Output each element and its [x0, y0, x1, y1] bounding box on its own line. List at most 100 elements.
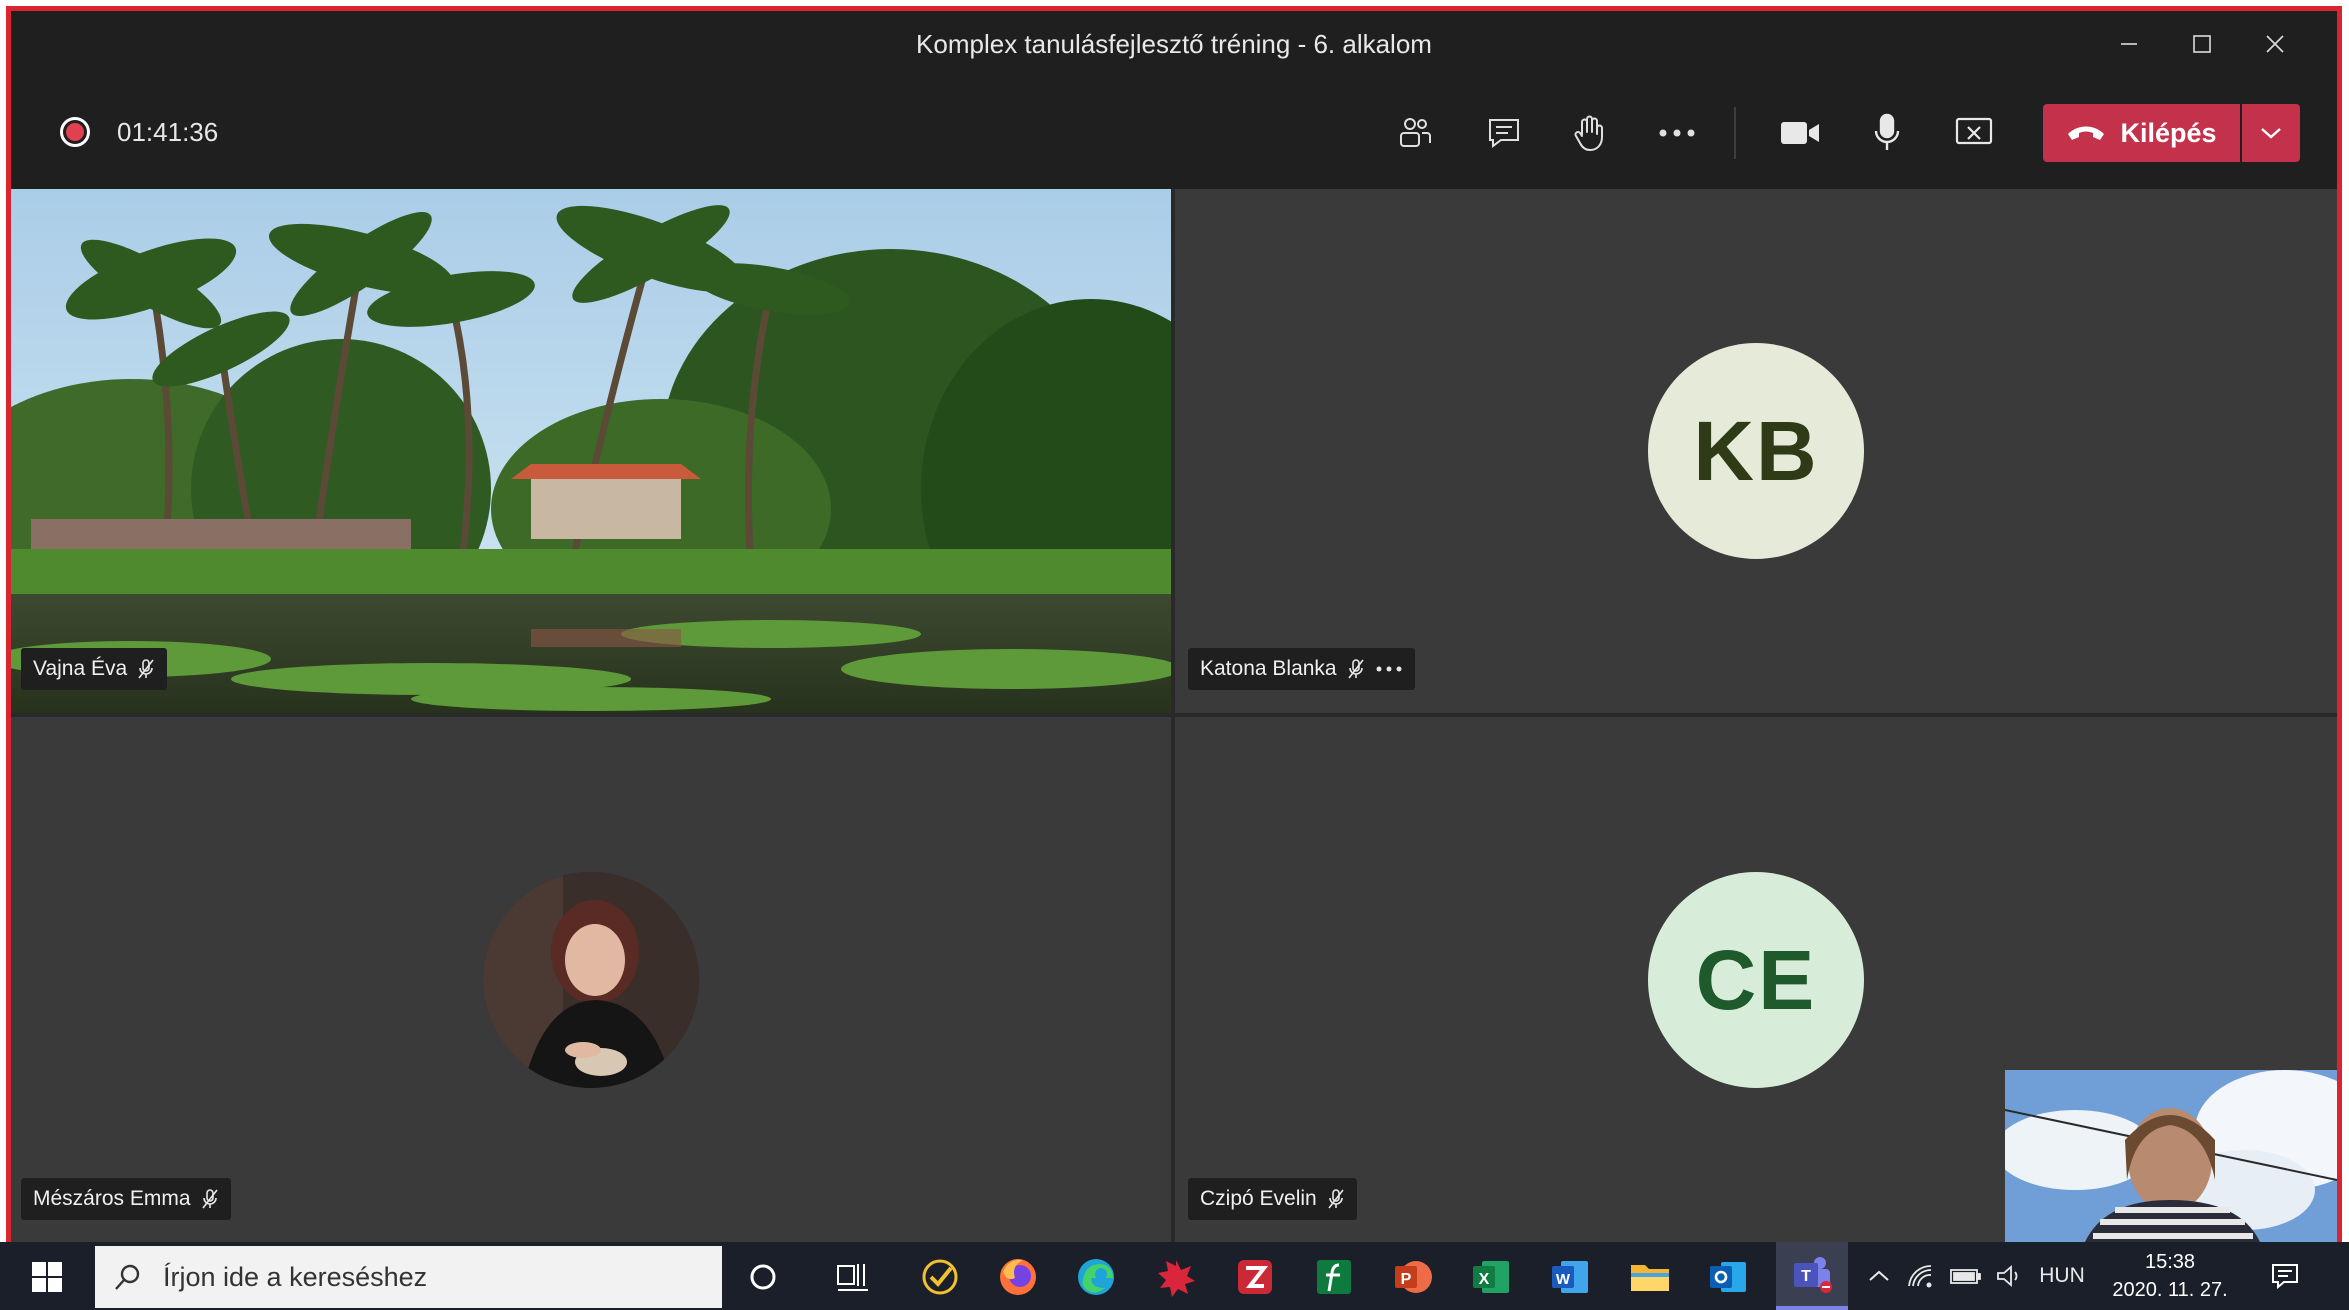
mic-muted-icon — [201, 1189, 218, 1209]
network-button[interactable] — [1904, 1242, 1938, 1310]
minimize-icon — [2121, 43, 2137, 45]
volume-button[interactable] — [1992, 1242, 2028, 1310]
speaker-icon — [1997, 1265, 2018, 1287]
taskbar: Írjon ide a kereséshez P X W T HUN 15:38… — [0, 1242, 2349, 1310]
maximize-icon — [2193, 35, 2211, 53]
participant-avatar: KB — [1648, 343, 1864, 559]
frame-border-right — [2337, 6, 2342, 1242]
leave-meeting-button[interactable]: Kilépés — [2043, 104, 2240, 162]
participant-tile[interactable]: KB Katona Blanka — [1175, 189, 2337, 713]
windows-start-icon — [32, 1262, 62, 1292]
taskbar-app-todo[interactable] — [912, 1250, 968, 1304]
taskbar-search-box[interactable]: Írjon ide a kereséshez — [95, 1246, 722, 1308]
zotero-icon — [1238, 1260, 1272, 1294]
clock-date: 2020. 11. 27. — [2112, 1279, 2228, 1301]
camera-button[interactable] — [1770, 105, 1830, 161]
battery-button[interactable] — [1948, 1242, 1984, 1310]
taskbar-clock[interactable]: 15:38 2020. 11. 27. — [2095, 1248, 2245, 1304]
app-splash-icon — [1158, 1260, 1195, 1297]
more-icon — [1659, 129, 1695, 137]
toolbar-divider — [1734, 107, 1736, 159]
wifi-icon — [1908, 1265, 1932, 1288]
meeting-toolbar: 01:41:36 Kilépés — [11, 77, 2337, 189]
meeting-timer: 01:41:36 — [117, 117, 219, 147]
taskbar-app-word[interactable]: W — [1542, 1250, 1598, 1304]
taskbar-app-formula[interactable] — [1306, 1250, 1362, 1304]
microphone-icon — [1874, 113, 1900, 150]
profile-photo-icon — [483, 872, 699, 1088]
participant-video — [11, 189, 1171, 713]
maximize-button[interactable] — [2168, 22, 2236, 66]
participant-name: Czipó Evelin — [1200, 1187, 1317, 1210]
close-button[interactable] — [2241, 22, 2309, 66]
participant-tile[interactable]: Vajna Éva — [11, 189, 1171, 713]
leave-options-button[interactable] — [2242, 104, 2300, 162]
show-chat-button[interactable] — [1474, 105, 1534, 161]
minimize-button[interactable] — [2095, 22, 2163, 66]
participant-name: Vajna Éva — [33, 657, 128, 680]
more-icon[interactable] — [1375, 665, 1403, 673]
raise-hand-icon — [1574, 115, 1603, 152]
taskbar-app-edge[interactable] — [1068, 1250, 1124, 1304]
show-participants-button[interactable] — [1385, 105, 1445, 161]
svg-text:T: T — [1801, 1268, 1811, 1285]
stop-share-icon — [1955, 117, 1993, 145]
formula-f-icon — [1317, 1260, 1351, 1294]
show-hidden-icons-button[interactable] — [1862, 1242, 1896, 1310]
taskbar-app-red[interactable] — [1148, 1250, 1204, 1304]
excel-icon: X — [1473, 1261, 1509, 1293]
participant-name-tag: Mészáros Emma — [21, 1178, 231, 1220]
participant-name: Mészáros Emma — [33, 1187, 191, 1210]
cortana-icon — [750, 1264, 776, 1290]
taskbar-app-excel[interactable]: X — [1463, 1250, 1519, 1304]
participant-name-tag: Katona Blanka — [1188, 648, 1415, 690]
hang-up-icon — [2068, 126, 2105, 140]
folder-icon — [1631, 1265, 1669, 1291]
microphone-button[interactable] — [1857, 105, 1917, 161]
close-icon — [2266, 35, 2284, 53]
svg-text:X: X — [1479, 1271, 1490, 1288]
mic-muted-icon — [1347, 659, 1364, 679]
participant-name: Katona Blanka — [1200, 657, 1337, 680]
mic-muted-icon — [1328, 1189, 1344, 1209]
word-icon: W — [1552, 1261, 1588, 1293]
powerpoint-icon: P — [1395, 1261, 1432, 1293]
edge-icon — [1078, 1259, 1114, 1295]
firefox-icon — [1000, 1259, 1036, 1295]
outlook-icon — [1710, 1262, 1746, 1292]
search-icon — [115, 1264, 140, 1290]
taskbar-app-zotero[interactable] — [1227, 1250, 1283, 1304]
participants-icon — [1400, 118, 1431, 147]
cortana-button[interactable] — [735, 1250, 791, 1304]
taskbar-app-outlook[interactable] — [1700, 1250, 1756, 1304]
mic-muted-icon — [138, 659, 154, 679]
action-center-button[interactable] — [2262, 1242, 2308, 1310]
stop-sharing-button[interactable] — [1944, 105, 2004, 161]
notification-icon — [2272, 1264, 2298, 1290]
task-view-icon — [837, 1264, 868, 1291]
taskbar-app-teams[interactable]: T — [1776, 1242, 1848, 1310]
raise-hand-button[interactable] — [1559, 105, 1619, 161]
taskbar-app-firefox[interactable] — [990, 1250, 1046, 1304]
checkmark-app-icon — [922, 1259, 958, 1295]
self-video — [2005, 1070, 2337, 1242]
participant-name-tag: Czipó Evelin — [1188, 1178, 1357, 1220]
taskbar-app-file-explorer[interactable] — [1622, 1250, 1678, 1304]
teams-icon: T — [1794, 1257, 1832, 1293]
chevron-up-icon — [1869, 1270, 1889, 1281]
more-actions-button[interactable] — [1647, 105, 1707, 161]
participant-tile[interactable]: Mészáros Emma — [11, 717, 1171, 1242]
camera-icon — [1781, 122, 1819, 144]
recording-indicator-icon — [60, 117, 90, 147]
participant-avatar: CE — [1648, 872, 1864, 1088]
chevron-down-icon — [2261, 128, 2281, 139]
participant-name-tag: Vajna Éva — [21, 648, 168, 690]
taskbar-app-powerpoint[interactable]: P — [1385, 1250, 1441, 1304]
search-placeholder: Írjon ide a kereséshez — [163, 1261, 428, 1292]
self-view-video[interactable] — [2005, 1070, 2337, 1242]
chat-icon — [1489, 119, 1519, 148]
task-view-button[interactable] — [825, 1250, 881, 1304]
start-button[interactable] — [24, 1254, 70, 1300]
title-bar: Komplex tanulásfejlesztő tréning - 6. al… — [11, 11, 2337, 77]
language-indicator[interactable]: HUN — [2036, 1242, 2088, 1310]
